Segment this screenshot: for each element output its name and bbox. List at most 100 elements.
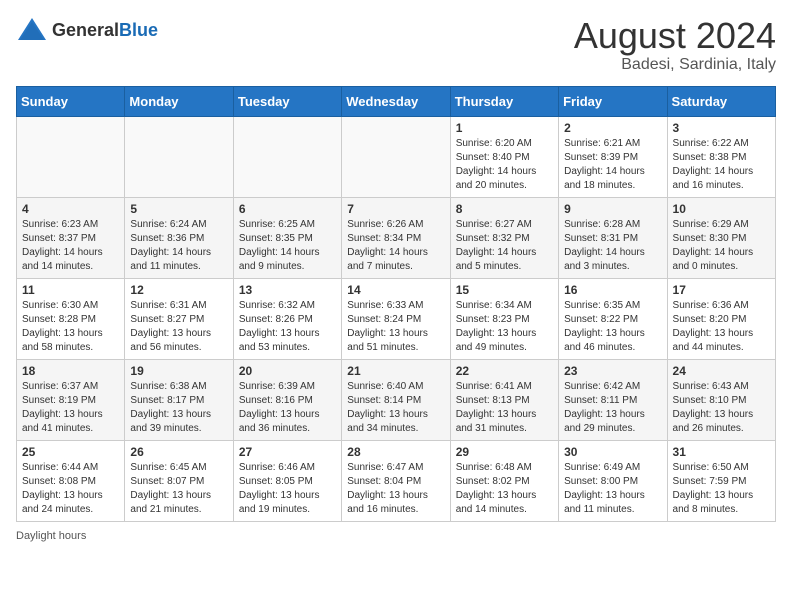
day-info: Sunrise: 6:41 AMSunset: 8:13 PMDaylight:… bbox=[456, 380, 553, 436]
day-number: 20 bbox=[239, 364, 336, 378]
day-info: Sunrise: 6:40 AMSunset: 8:14 PMDaylight:… bbox=[347, 380, 444, 436]
day-info: Sunrise: 6:26 AMSunset: 8:34 PMDaylight:… bbox=[347, 218, 444, 274]
day-info: Sunrise: 6:34 AMSunset: 8:23 PMDaylight:… bbox=[456, 299, 553, 355]
calendar-cell: 31 Sunrise: 6:50 AMSunset: 7:59 PMDayligh… bbox=[667, 440, 775, 521]
calendar-week-row: 18Sunrise: 6:37 AMSunset: 8:19 PMDayligh… bbox=[17, 359, 776, 440]
calendar-cell: 3 Sunrise: 6:22 AMSunset: 8:38 PMDaylight… bbox=[667, 116, 775, 197]
logo-general: General bbox=[52, 20, 119, 40]
day-info: Sunrise: 6:36 AMSunset: 8:20 PMDaylight:… bbox=[673, 299, 770, 355]
day-number: 15 bbox=[456, 283, 553, 297]
calendar-cell: 16Sunrise: 6:35 AMSunset: 8:22 PMDayligh… bbox=[559, 278, 667, 359]
location: Badesi, Sardinia, Italy bbox=[574, 56, 776, 74]
day-number: 30 bbox=[564, 445, 661, 459]
day-info: Sunrise: 6:27 AMSunset: 8:32 PMDaylight:… bbox=[456, 218, 553, 274]
calendar-week-row: 25 Sunrise: 6:44 AMSunset: 8:08 PMDayligh… bbox=[17, 440, 776, 521]
calendar-cell bbox=[125, 116, 233, 197]
day-number: 14 bbox=[347, 283, 444, 297]
calendar-cell: 9 Sunrise: 6:28 AMSunset: 8:31 PMDaylight… bbox=[559, 197, 667, 278]
day-number: 21 bbox=[347, 364, 444, 378]
day-number: 25 bbox=[22, 445, 119, 459]
calendar-cell: 30 Sunrise: 6:49 AMSunset: 8:00 PMDayligh… bbox=[559, 440, 667, 521]
calendar-cell: 26 Sunrise: 6:45 AMSunset: 8:07 PMDayligh… bbox=[125, 440, 233, 521]
day-info: Sunrise: 6:46 AMSunset: 8:05 PMDaylight:… bbox=[239, 461, 336, 517]
calendar-cell: 29Sunrise: 6:48 AMSunset: 8:02 PMDayligh… bbox=[450, 440, 558, 521]
month-year: August 2024 bbox=[574, 16, 776, 56]
column-header-monday: Monday bbox=[125, 86, 233, 116]
day-info: Sunrise: 6:25 AMSunset: 8:35 PMDaylight:… bbox=[239, 218, 336, 274]
day-number: 17 bbox=[673, 283, 770, 297]
day-number: 29 bbox=[456, 445, 553, 459]
day-info: Sunrise: 6:28 AMSunset: 8:31 PMDaylight:… bbox=[564, 218, 661, 274]
calendar-cell: 11Sunrise: 6:30 AMSunset: 8:28 PMDayligh… bbox=[17, 278, 125, 359]
calendar-cell: 18Sunrise: 6:37 AMSunset: 8:19 PMDayligh… bbox=[17, 359, 125, 440]
calendar-cell: 8 Sunrise: 6:27 AMSunset: 8:32 PMDaylight… bbox=[450, 197, 558, 278]
day-info: Sunrise: 6:30 AMSunset: 8:28 PMDaylight:… bbox=[22, 299, 119, 355]
calendar-week-row: 11Sunrise: 6:30 AMSunset: 8:28 PMDayligh… bbox=[17, 278, 776, 359]
day-number: 13 bbox=[239, 283, 336, 297]
day-number: 31 bbox=[673, 445, 770, 459]
calendar-cell: 2 Sunrise: 6:21 AMSunset: 8:39 PMDaylight… bbox=[559, 116, 667, 197]
day-number: 8 bbox=[456, 202, 553, 216]
calendar-cell: 21 Sunrise: 6:40 AMSunset: 8:14 PMDayligh… bbox=[342, 359, 450, 440]
day-number: 5 bbox=[130, 202, 227, 216]
day-info: Sunrise: 6:32 AMSunset: 8:26 PMDaylight:… bbox=[239, 299, 336, 355]
day-number: 9 bbox=[564, 202, 661, 216]
day-number: 2 bbox=[564, 121, 661, 135]
day-info: Sunrise: 6:44 AMSunset: 8:08 PMDaylight:… bbox=[22, 461, 119, 517]
day-info: Sunrise: 6:39 AMSunset: 8:16 PMDaylight:… bbox=[239, 380, 336, 436]
calendar-cell: 25 Sunrise: 6:44 AMSunset: 8:08 PMDayligh… bbox=[17, 440, 125, 521]
calendar-cell: 6 Sunrise: 6:25 AMSunset: 8:35 PMDaylight… bbox=[233, 197, 341, 278]
day-info: Sunrise: 6:24 AMSunset: 8:36 PMDaylight:… bbox=[130, 218, 227, 274]
day-number: 3 bbox=[673, 121, 770, 135]
day-number: 22 bbox=[456, 364, 553, 378]
day-info: Sunrise: 6:21 AMSunset: 8:39 PMDaylight:… bbox=[564, 137, 661, 193]
calendar-table: SundayMondayTuesdayWednesdayThursdayFrid… bbox=[16, 86, 776, 522]
day-info: Sunrise: 6:47 AMSunset: 8:04 PMDaylight:… bbox=[347, 461, 444, 517]
calendar-cell: 19 Sunrise: 6:38 AMSunset: 8:17 PMDayligh… bbox=[125, 359, 233, 440]
day-number: 26 bbox=[130, 445, 227, 459]
calendar-cell: 10 Sunrise: 6:29 AMSunset: 8:30 PMDayligh… bbox=[667, 197, 775, 278]
day-number: 19 bbox=[130, 364, 227, 378]
day-info: Sunrise: 6:49 AMSunset: 8:00 PMDaylight:… bbox=[564, 461, 661, 517]
day-info: Sunrise: 6:38 AMSunset: 8:17 PMDaylight:… bbox=[130, 380, 227, 436]
calendar-cell: 22 Sunrise: 6:41 AMSunset: 8:13 PMDayligh… bbox=[450, 359, 558, 440]
calendar-cell: 1 Sunrise: 6:20 AMSunset: 8:40 PMDaylight… bbox=[450, 116, 558, 197]
day-info: Sunrise: 6:43 AMSunset: 8:10 PMDaylight:… bbox=[673, 380, 770, 436]
day-info: Sunrise: 6:37 AMSunset: 8:19 PMDaylight:… bbox=[22, 380, 119, 436]
column-header-sunday: Sunday bbox=[17, 86, 125, 116]
calendar-cell bbox=[17, 116, 125, 197]
day-info: Sunrise: 6:20 AMSunset: 8:40 PMDaylight:… bbox=[456, 137, 553, 193]
column-header-friday: Friday bbox=[559, 86, 667, 116]
day-number: 28 bbox=[347, 445, 444, 459]
day-info: Sunrise: 6:23 AMSunset: 8:37 PMDaylight:… bbox=[22, 218, 119, 274]
day-info: Sunrise: 6:31 AMSunset: 8:27 PMDaylight:… bbox=[130, 299, 227, 355]
column-header-tuesday: Tuesday bbox=[233, 86, 341, 116]
calendar-cell: 5 Sunrise: 6:24 AMSunset: 8:36 PMDaylight… bbox=[125, 197, 233, 278]
day-number: 6 bbox=[239, 202, 336, 216]
title-block: August 2024 Badesi, Sardinia, Italy bbox=[574, 16, 776, 74]
calendar-week-row: 4 Sunrise: 6:23 AMSunset: 8:37 PMDaylight… bbox=[17, 197, 776, 278]
calendar-cell: 24Sunrise: 6:43 AMSunset: 8:10 PMDayligh… bbox=[667, 359, 775, 440]
day-number: 10 bbox=[673, 202, 770, 216]
day-number: 7 bbox=[347, 202, 444, 216]
column-header-thursday: Thursday bbox=[450, 86, 558, 116]
day-info: Sunrise: 6:45 AMSunset: 8:07 PMDaylight:… bbox=[130, 461, 227, 517]
day-number: 1 bbox=[456, 121, 553, 135]
day-info: Sunrise: 6:22 AMSunset: 8:38 PMDaylight:… bbox=[673, 137, 770, 193]
calendar-cell: 14Sunrise: 6:33 AMSunset: 8:24 PMDayligh… bbox=[342, 278, 450, 359]
logo: GeneralBlue bbox=[16, 16, 158, 44]
calendar-week-row: 1 Sunrise: 6:20 AMSunset: 8:40 PMDaylight… bbox=[17, 116, 776, 197]
day-number: 27 bbox=[239, 445, 336, 459]
day-info: Sunrise: 6:35 AMSunset: 8:22 PMDaylight:… bbox=[564, 299, 661, 355]
day-info: Sunrise: 6:50 AMSunset: 7:59 PMDaylight:… bbox=[673, 461, 770, 517]
calendar-cell: 15 Sunrise: 6:34 AMSunset: 8:23 PMDayligh… bbox=[450, 278, 558, 359]
day-info: Sunrise: 6:29 AMSunset: 8:30 PMDaylight:… bbox=[673, 218, 770, 274]
calendar-cell: 12 Sunrise: 6:31 AMSunset: 8:27 PMDayligh… bbox=[125, 278, 233, 359]
day-number: 12 bbox=[130, 283, 227, 297]
column-header-wednesday: Wednesday bbox=[342, 86, 450, 116]
calendar-cell: 7 Sunrise: 6:26 AMSunset: 8:34 PMDaylight… bbox=[342, 197, 450, 278]
calendar-cell: 17 Sunrise: 6:36 AMSunset: 8:20 PMDayligh… bbox=[667, 278, 775, 359]
day-number: 4 bbox=[22, 202, 119, 216]
calendar-cell: 13 Sunrise: 6:32 AMSunset: 8:26 PMDayligh… bbox=[233, 278, 341, 359]
calendar-cell: 23Sunrise: 6:42 AMSunset: 8:11 PMDayligh… bbox=[559, 359, 667, 440]
